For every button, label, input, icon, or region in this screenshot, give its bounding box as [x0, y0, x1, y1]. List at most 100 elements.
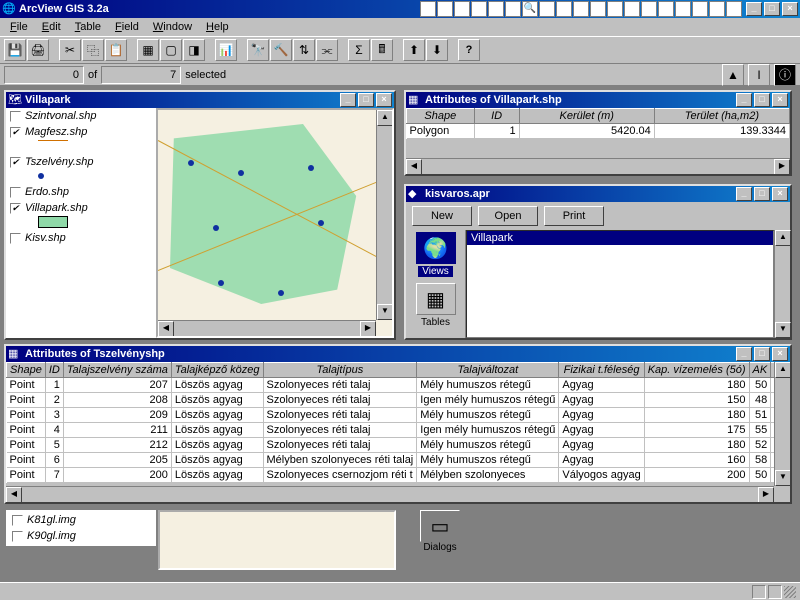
identify-tool-icon[interactable]: ⓘ	[774, 64, 796, 86]
layer-checkbox[interactable]: ✔	[10, 127, 21, 138]
scroll-down-icon[interactable]: ▼	[775, 322, 791, 338]
tables-category-icon[interactable]: ▦	[416, 283, 456, 315]
select-none-icon[interactable]: ▢	[160, 39, 182, 61]
layer-item[interactable]: Erdo.shp	[6, 184, 156, 200]
tray-icon[interactable]: P	[488, 1, 504, 17]
layer-checkbox[interactable]	[10, 187, 21, 198]
minimize-button[interactable]: _	[746, 2, 762, 16]
open-button[interactable]: Open	[478, 206, 538, 226]
tray-icon[interactable]: ▦	[607, 1, 623, 17]
column-header[interactable]: ID	[474, 109, 519, 124]
sort-asc-icon[interactable]: ⬆	[403, 39, 425, 61]
layer-item[interactable]: ✔Tszelvény.shp	[6, 154, 156, 184]
tray-icon[interactable]: ◫	[709, 1, 725, 17]
scroll-left-icon[interactable]: ◀	[406, 159, 422, 174]
close-button[interactable]: ×	[772, 187, 788, 201]
minimize-button[interactable]: _	[340, 93, 356, 107]
window-villapark[interactable]: 🗺 Villapark _□× Szintvonal.shp ✔Magfesz.…	[4, 90, 396, 340]
project-item-list[interactable]: Villapark	[466, 230, 774, 338]
minimize-button[interactable]: _	[736, 187, 752, 201]
layer-checkbox[interactable]	[10, 233, 21, 244]
tray-icon[interactable]: ▧	[624, 1, 640, 17]
close-button[interactable]: ×	[772, 347, 788, 361]
list-item[interactable]: Villapark	[467, 231, 773, 245]
scroll-right-icon[interactable]: ▶	[774, 159, 790, 174]
pointer-tool-icon[interactable]: ▲	[722, 64, 744, 86]
layer-item[interactable]: Kisv.shp	[6, 230, 156, 246]
menu-file[interactable]: File	[4, 19, 34, 35]
vertical-scrollbar[interactable]: ▲▼	[774, 362, 790, 486]
layer-item[interactable]: K81gl.img	[8, 512, 154, 528]
table-row[interactable]: Point4211Löszös agyagSzolonyeces réti ta…	[7, 423, 775, 438]
copy-icon[interactable]: ⿻	[82, 39, 104, 61]
switch-selection-icon[interactable]: ◨	[183, 39, 205, 61]
layer-checkbox[interactable]	[12, 515, 23, 526]
menu-field[interactable]: Field	[109, 19, 145, 35]
column-header[interactable]: Terület (ha,m2)	[654, 109, 789, 124]
column-header[interactable]: AK	[749, 363, 771, 378]
close-button[interactable]: ×	[782, 2, 798, 16]
scroll-up-icon[interactable]: ▲	[775, 230, 791, 246]
tray-icon[interactable]: ◩	[573, 1, 589, 17]
edit-tool-icon[interactable]: I	[748, 64, 770, 86]
table-row[interactable]: Point1207Löszös agyagSzolonyeces réti ta…	[7, 378, 775, 393]
tray-icon[interactable]: ▭	[726, 1, 742, 17]
table-row[interactable]: Point2208Löszös agyagSzolonyeces réti ta…	[7, 393, 775, 408]
column-header[interactable]: Shape	[7, 363, 46, 378]
horizontal-scrollbar[interactable]: ◀▶	[158, 320, 376, 336]
cut-icon[interactable]: ✂	[59, 39, 81, 61]
tray-icon[interactable]: X	[437, 1, 453, 17]
window-attr-villapark[interactable]: ▦ Attributes of Villapark.shp _□× Shape …	[404, 90, 792, 176]
minimize-button[interactable]: _	[736, 347, 752, 361]
find-icon[interactable]: 🔭	[247, 39, 269, 61]
column-header[interactable]: Talajszelvény száma	[63, 363, 171, 378]
join-icon[interactable]: ⫘	[316, 39, 338, 61]
minimize-button[interactable]: _	[736, 93, 752, 107]
menu-window[interactable]: Window	[147, 19, 198, 35]
vertical-scrollbar[interactable]: ▲▼	[376, 110, 392, 320]
table-row[interactable]: Point6205Löszös agyagMélyben szolonyeces…	[7, 453, 775, 468]
tray-icon[interactable]: ◪	[641, 1, 657, 17]
layer-checkbox[interactable]	[10, 111, 21, 122]
maximize-button[interactable]: □	[754, 187, 770, 201]
column-header[interactable]: Talajváltozat	[417, 363, 559, 378]
attribute-table[interactable]: ShapeIDTalajszelvény számaTalajképző köz…	[6, 362, 774, 483]
table-row[interactable]: Point5212Löszös agyagSzolonyeces réti ta…	[7, 438, 775, 453]
layer-item[interactable]: ✔Magfesz.shp	[6, 124, 156, 154]
maximize-button[interactable]: □	[754, 93, 770, 107]
select-all-icon[interactable]: ▦	[137, 39, 159, 61]
tray-icon[interactable]: ◧	[539, 1, 555, 17]
maximize-button[interactable]: □	[358, 93, 374, 107]
map-canvas[interactable]: ▲▼ ◀▶	[156, 108, 394, 338]
scroll-left-icon[interactable]: ◀	[6, 487, 22, 502]
views-category-icon[interactable]: 🌍	[416, 232, 456, 264]
attribute-table[interactable]: Shape ID Kerület (m) Terület (ha,m2) Pol…	[406, 108, 790, 139]
vertical-scrollbar[interactable]: ▲▼	[774, 230, 790, 338]
layer-item[interactable]: Szintvonal.shp	[6, 108, 156, 124]
help-icon[interactable]: ?	[458, 39, 480, 61]
tray-icon[interactable]: ⬒	[675, 1, 691, 17]
tray-icon[interactable]: ☁	[692, 1, 708, 17]
window-attr-tszelveny[interactable]: ▦ Attributes of Tszelvényshp _□× ShapeID…	[4, 344, 792, 504]
maximize-button[interactable]: □	[764, 2, 780, 16]
menu-table[interactable]: Table	[69, 19, 107, 35]
maximize-button[interactable]: □	[754, 347, 770, 361]
tray-icon[interactable]: C	[454, 1, 470, 17]
save-icon[interactable]: 💾	[4, 39, 26, 61]
tray-icon[interactable]: 🔍	[522, 1, 538, 17]
scroll-down-icon[interactable]: ▼	[775, 470, 790, 486]
scroll-right-icon[interactable]: ▶	[758, 487, 774, 502]
layer-checkbox[interactable]: ✔	[10, 157, 21, 168]
scroll-left-icon[interactable]: ◀	[158, 321, 174, 337]
calculate-icon[interactable]: 🖩	[371, 39, 393, 61]
menu-edit[interactable]: Edit	[36, 19, 67, 35]
tray-icon[interactable]: ✎	[505, 1, 521, 17]
column-header[interactable]: Shape	[407, 109, 475, 124]
new-button[interactable]: New	[412, 206, 472, 226]
column-header[interactable]: Talajtípus	[263, 363, 417, 378]
table-row[interactable]: Point7200Löszös agyagSzolonyeces csernoz…	[7, 468, 775, 483]
scroll-down-icon[interactable]: ▼	[377, 304, 393, 320]
column-header[interactable]: Fizikai t.féleség	[559, 363, 644, 378]
tray-icon[interactable]: ⌂	[590, 1, 606, 17]
summarize-icon[interactable]: Σ	[348, 39, 370, 61]
